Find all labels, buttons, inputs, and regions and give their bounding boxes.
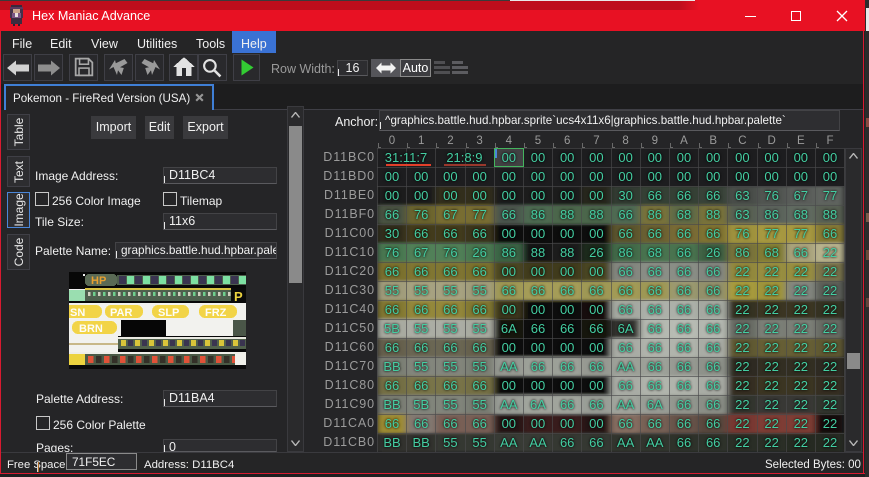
svg-text:SLP: SLP [158, 307, 179, 319]
svg-text:PAR: PAR [110, 307, 132, 319]
svg-text:SN: SN [70, 307, 85, 319]
svg-text:FRZ: FRZ [205, 307, 227, 319]
svg-text:P: P [234, 289, 243, 304]
svg-text:BRN: BRN [79, 323, 103, 335]
svg-text:HP: HP [91, 275, 106, 287]
